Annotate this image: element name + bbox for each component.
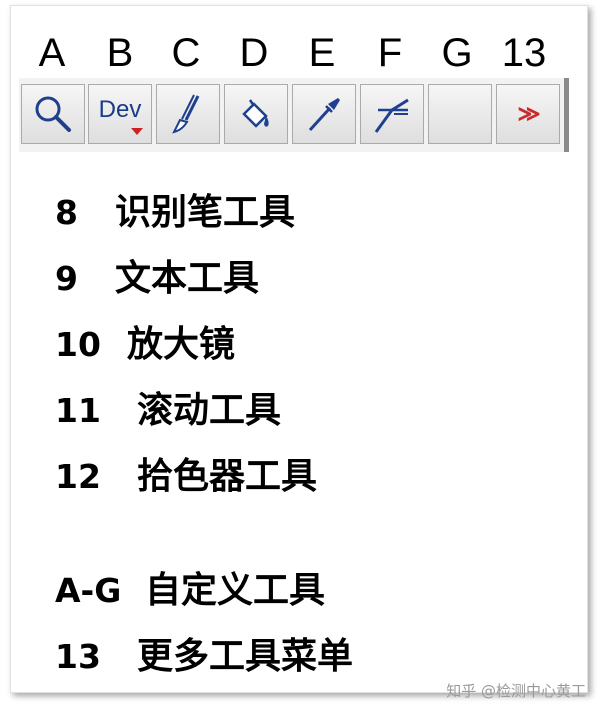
brush-icon (172, 94, 200, 134)
column-label-e: E (308, 31, 336, 75)
legend-key: 13 (55, 637, 101, 676)
empty-custom-button[interactable] (428, 84, 492, 144)
legend-text: 自定义工具 (145, 570, 326, 611)
paint-bucket-icon (242, 99, 269, 128)
tool-toolbar: Dev ≫ (19, 78, 567, 152)
watermark: 知乎 @检测中心黄工 (446, 682, 586, 700)
legend-text: 放大镜 (127, 324, 236, 365)
eyedropper-icon (308, 98, 340, 132)
toolbar-legend-card: A B C D E F G 13 Dev ≫ 8 识别笔工具 9 文本工具 10… (10, 5, 588, 693)
column-label-f: F (377, 31, 403, 75)
column-label-d: D (239, 31, 269, 75)
double-chevron-icon: ≫ (517, 101, 540, 126)
legend-text: 滚动工具 (137, 390, 282, 431)
legend-item-8: 8 识别笔工具 (55, 188, 575, 238)
legend-item-11: 11 滚动工具 (55, 386, 575, 436)
dropdown-arrow-icon (131, 128, 143, 135)
paint-bucket-button[interactable] (224, 84, 288, 144)
legend-key: A-G (55, 571, 122, 610)
more-tools-button[interactable]: ≫ (496, 84, 560, 144)
legend-item-10: 10 放大镜 (55, 320, 575, 370)
legend-key: 12 (55, 457, 101, 496)
column-label-g: G (441, 31, 473, 75)
legend-text: 文本工具 (115, 258, 260, 299)
magnifier-button[interactable] (21, 84, 85, 144)
legend-item-9: 9 文本工具 (55, 254, 575, 304)
line-tool-button[interactable] (360, 84, 424, 144)
legend-item-a-g: A-G 自定义工具 (55, 566, 575, 616)
dev-label: Dev (98, 96, 142, 123)
legend-text: 更多工具菜单 (137, 636, 354, 677)
column-label-a: A (38, 31, 66, 75)
brush-button[interactable] (156, 84, 220, 144)
legend-key: 8 (55, 193, 78, 232)
magnifier-icon (35, 96, 71, 132)
dev-dropdown-button[interactable]: Dev (88, 84, 152, 144)
column-label-b: B (106, 31, 134, 75)
legend-item-13: 13 更多工具菜单 (55, 632, 575, 682)
line-tool-icon (374, 98, 409, 133)
column-labels: A B C D E F G 13 (11, 30, 587, 76)
toolbar-end-edge (564, 78, 569, 152)
legend-item-12: 12 拾色器工具 (55, 452, 575, 502)
legend-key: 10 (55, 325, 101, 364)
column-label-c: C (171, 31, 201, 75)
legend-key: 9 (55, 259, 78, 298)
column-label-13: 13 (501, 31, 547, 75)
legend-key: 11 (55, 391, 101, 430)
eyedropper-button[interactable] (292, 84, 356, 144)
legend-text: 识别笔工具 (115, 192, 296, 233)
legend-text: 拾色器工具 (137, 456, 318, 497)
